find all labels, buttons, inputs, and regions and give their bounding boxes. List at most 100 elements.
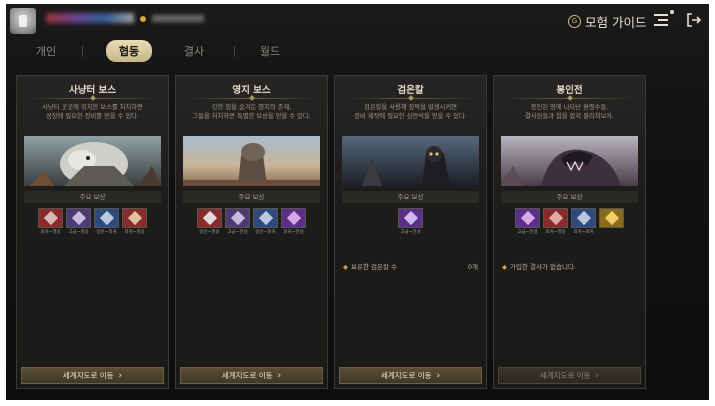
tab-divider <box>234 46 235 57</box>
gauntlet-icon <box>548 210 564 226</box>
card-description: 검은칼을 사용해 장막을 발생시키면 장비 제작에 필요한 심연석을 얻을 수 … <box>341 103 480 121</box>
avatar-mark <box>19 15 27 27</box>
desc-line: 강한 힘을 숨겨둔 영지의 존재, <box>211 104 292 111</box>
chevron-right-icon: › <box>277 371 282 381</box>
seal-battle-artwork <box>501 136 638 186</box>
button-label: 세계지도로 이동 <box>221 371 273 380</box>
chest-icon <box>258 210 274 226</box>
reward-item[interactable]: 일반~희귀 <box>94 208 119 236</box>
desc-line: 검은칼을 사용해 장막을 발생시키면 <box>364 104 457 111</box>
desc-line: 결사원들과 힘을 합쳐 물리쳐보자. <box>524 113 615 120</box>
reward-item[interactable]: 희귀~전설 <box>281 208 306 236</box>
card-black-blade: 검은칼 검은칼을 사용해 장막을 발생시키면 장비 제작에 필요한 심연석을 얻… <box>334 75 487 389</box>
button-label: 세계지도로 이동 <box>380 371 432 380</box>
desc-line: 성장에 필요한 장비를 얻을 수 있다. <box>45 113 140 120</box>
desc-line: 봉인된 땅에 나타난 환령수들. <box>530 104 609 111</box>
bullet-icon: ◆ <box>343 263 348 271</box>
reward-list: 희귀~영웅 고급~영웅 일반~희귀 희귀~영웅 <box>17 208 168 236</box>
tab-bar: 개인 협동 결사 월드 <box>6 40 709 66</box>
reward-list: 고급~전설 희귀~영웅 희귀~희귀 <box>494 208 645 236</box>
blurred-player-name <box>46 13 134 23</box>
helmet-icon <box>230 210 246 226</box>
weapon-icon <box>127 210 143 226</box>
top-bar: G 모험 가이드 <box>6 4 709 38</box>
abyss-stone-icon <box>403 210 419 226</box>
reward-item[interactable]: 일반~희귀 <box>253 208 278 236</box>
reward-item[interactable]: 고급~영웅 <box>66 208 91 236</box>
reward-item[interactable] <box>599 208 624 236</box>
black-blade-count: ◆ 보유한 검은칼 수 0개 <box>343 261 478 271</box>
notification-dot <box>670 10 674 14</box>
reward-grade: 일반~영웅 <box>199 230 220 235</box>
blurred-player-info <box>152 15 204 22</box>
exit-icon[interactable] <box>686 12 702 28</box>
card-description: 강한 힘을 숨겨둔 영지의 존재, 그들을 처치하면 특별한 보상을 얻을 수 … <box>182 103 321 121</box>
reward-grade: 희귀~영웅 <box>124 230 145 235</box>
reward-grade: 희귀~전설 <box>283 230 304 235</box>
reward-list: 고급~전설 <box>335 208 486 236</box>
reward-list: 일반~영웅 고급~전설 일반~희귀 희귀~전설 <box>176 208 327 236</box>
title-ornament <box>408 95 414 101</box>
info-label: 가입한 결사가 없습니다. <box>510 263 576 271</box>
chevron-right-icon: › <box>595 371 600 381</box>
reward-grade: 희귀~영웅 <box>40 230 61 235</box>
go-to-world-map-button[interactable]: 세계지도로 이동 › <box>339 367 482 384</box>
desc-line: 사냥터 곳곳에 위치한 보스를 처치하면 <box>42 104 143 111</box>
gauntlet-icon <box>202 210 218 226</box>
tab-world[interactable]: 월드 <box>258 43 282 59</box>
territory-boss-artwork <box>183 136 320 186</box>
reward-grade: 희귀~영웅 <box>545 230 566 235</box>
avatar[interactable] <box>10 8 36 34</box>
reward-item[interactable]: 희귀~영웅 <box>122 208 147 236</box>
title-ornament <box>249 95 255 101</box>
armor-icon <box>43 210 59 226</box>
reward-grade: 고급~전설 <box>400 230 421 235</box>
activity-screen: G 모험 가이드 개인 협동 결사 월드 사냥터 보스 사냥터 곳곳에 위치한 … <box>6 4 709 400</box>
go-to-world-map-button[interactable]: 세계지도로 이동 › <box>21 367 164 384</box>
reward-grade: 일반~희귀 <box>96 230 117 235</box>
black-blade-artwork <box>342 136 479 186</box>
reward-item[interactable]: 희귀~영웅 <box>38 208 63 236</box>
desc-line: 그들을 처치하면 특별한 보상을 얻을 수 있다. <box>192 113 311 120</box>
title-ornament <box>90 95 96 101</box>
adventure-guide-label: 모험 가이드 <box>585 15 647 30</box>
guide-icon: G <box>568 15 581 28</box>
card-territory-boss: 영지 보스 강한 힘을 숨겨둔 영지의 존재, 그들을 처치하면 특별한 보상을… <box>175 75 328 389</box>
info-value: 0개 <box>467 263 478 271</box>
reward-item[interactable]: 일반~영웅 <box>197 208 222 236</box>
tab-cooperative[interactable]: 협동 <box>106 40 152 62</box>
go-to-world-map-button[interactable]: 세계지도로 이동 › <box>498 367 641 384</box>
title-ornament <box>567 95 573 101</box>
sword-icon <box>286 210 302 226</box>
reward-item[interactable]: 희귀~희귀 <box>571 208 596 236</box>
adventure-guide-button[interactable]: G 모험 가이드 <box>568 12 646 31</box>
gold-bar-icon <box>604 210 620 226</box>
card-seal-battle: 봉인전 봉인된 땅에 나타난 환령수들. 결사원들과 힘을 합쳐 물리쳐보자. … <box>493 75 646 389</box>
reward-grade: 고급~영웅 <box>68 230 89 235</box>
main-rewards-label: 주요 보상 <box>342 191 479 203</box>
button-label: 세계지도로 이동 <box>539 371 591 380</box>
reward-item[interactable]: 고급~전설 <box>398 208 423 236</box>
go-to-world-map-button[interactable]: 세계지도로 이동 › <box>180 367 323 384</box>
info-label: 보유한 검은칼 수 <box>351 263 397 271</box>
field-boss-artwork <box>24 136 161 186</box>
reward-item[interactable]: 고급~전설 <box>515 208 540 236</box>
button-label: 세계지도로 이동 <box>62 371 114 380</box>
tab-divider <box>82 46 83 57</box>
main-rewards-label: 주요 보상 <box>183 191 320 203</box>
chevron-right-icon: › <box>118 371 123 381</box>
tab-guild[interactable]: 결사 <box>182 43 206 59</box>
desc-line: 장비 제작에 필요한 심연석을 얻을 수 있다. <box>354 113 467 120</box>
menu-icon[interactable] <box>654 14 668 26</box>
helmet-icon <box>520 210 536 226</box>
guild-status: ◆ 가입한 결사가 없습니다. <box>502 261 637 271</box>
card-description: 봉인된 땅에 나타난 환령수들. 결사원들과 힘을 합쳐 물리쳐보자. <box>500 103 639 121</box>
tab-personal[interactable]: 개인 <box>34 43 58 59</box>
reward-item[interactable]: 희귀~영웅 <box>543 208 568 236</box>
reward-item[interactable]: 고급~전설 <box>225 208 250 236</box>
card-field-boss: 사냥터 보스 사냥터 곳곳에 위치한 보스를 처치하면 성장에 필요한 장비를 … <box>16 75 169 389</box>
reward-grade: 고급~전설 <box>227 230 248 235</box>
chevron-right-icon: › <box>436 371 441 381</box>
reward-grade: 희귀~희귀 <box>573 230 594 235</box>
reward-grade: 일반~희귀 <box>255 230 276 235</box>
